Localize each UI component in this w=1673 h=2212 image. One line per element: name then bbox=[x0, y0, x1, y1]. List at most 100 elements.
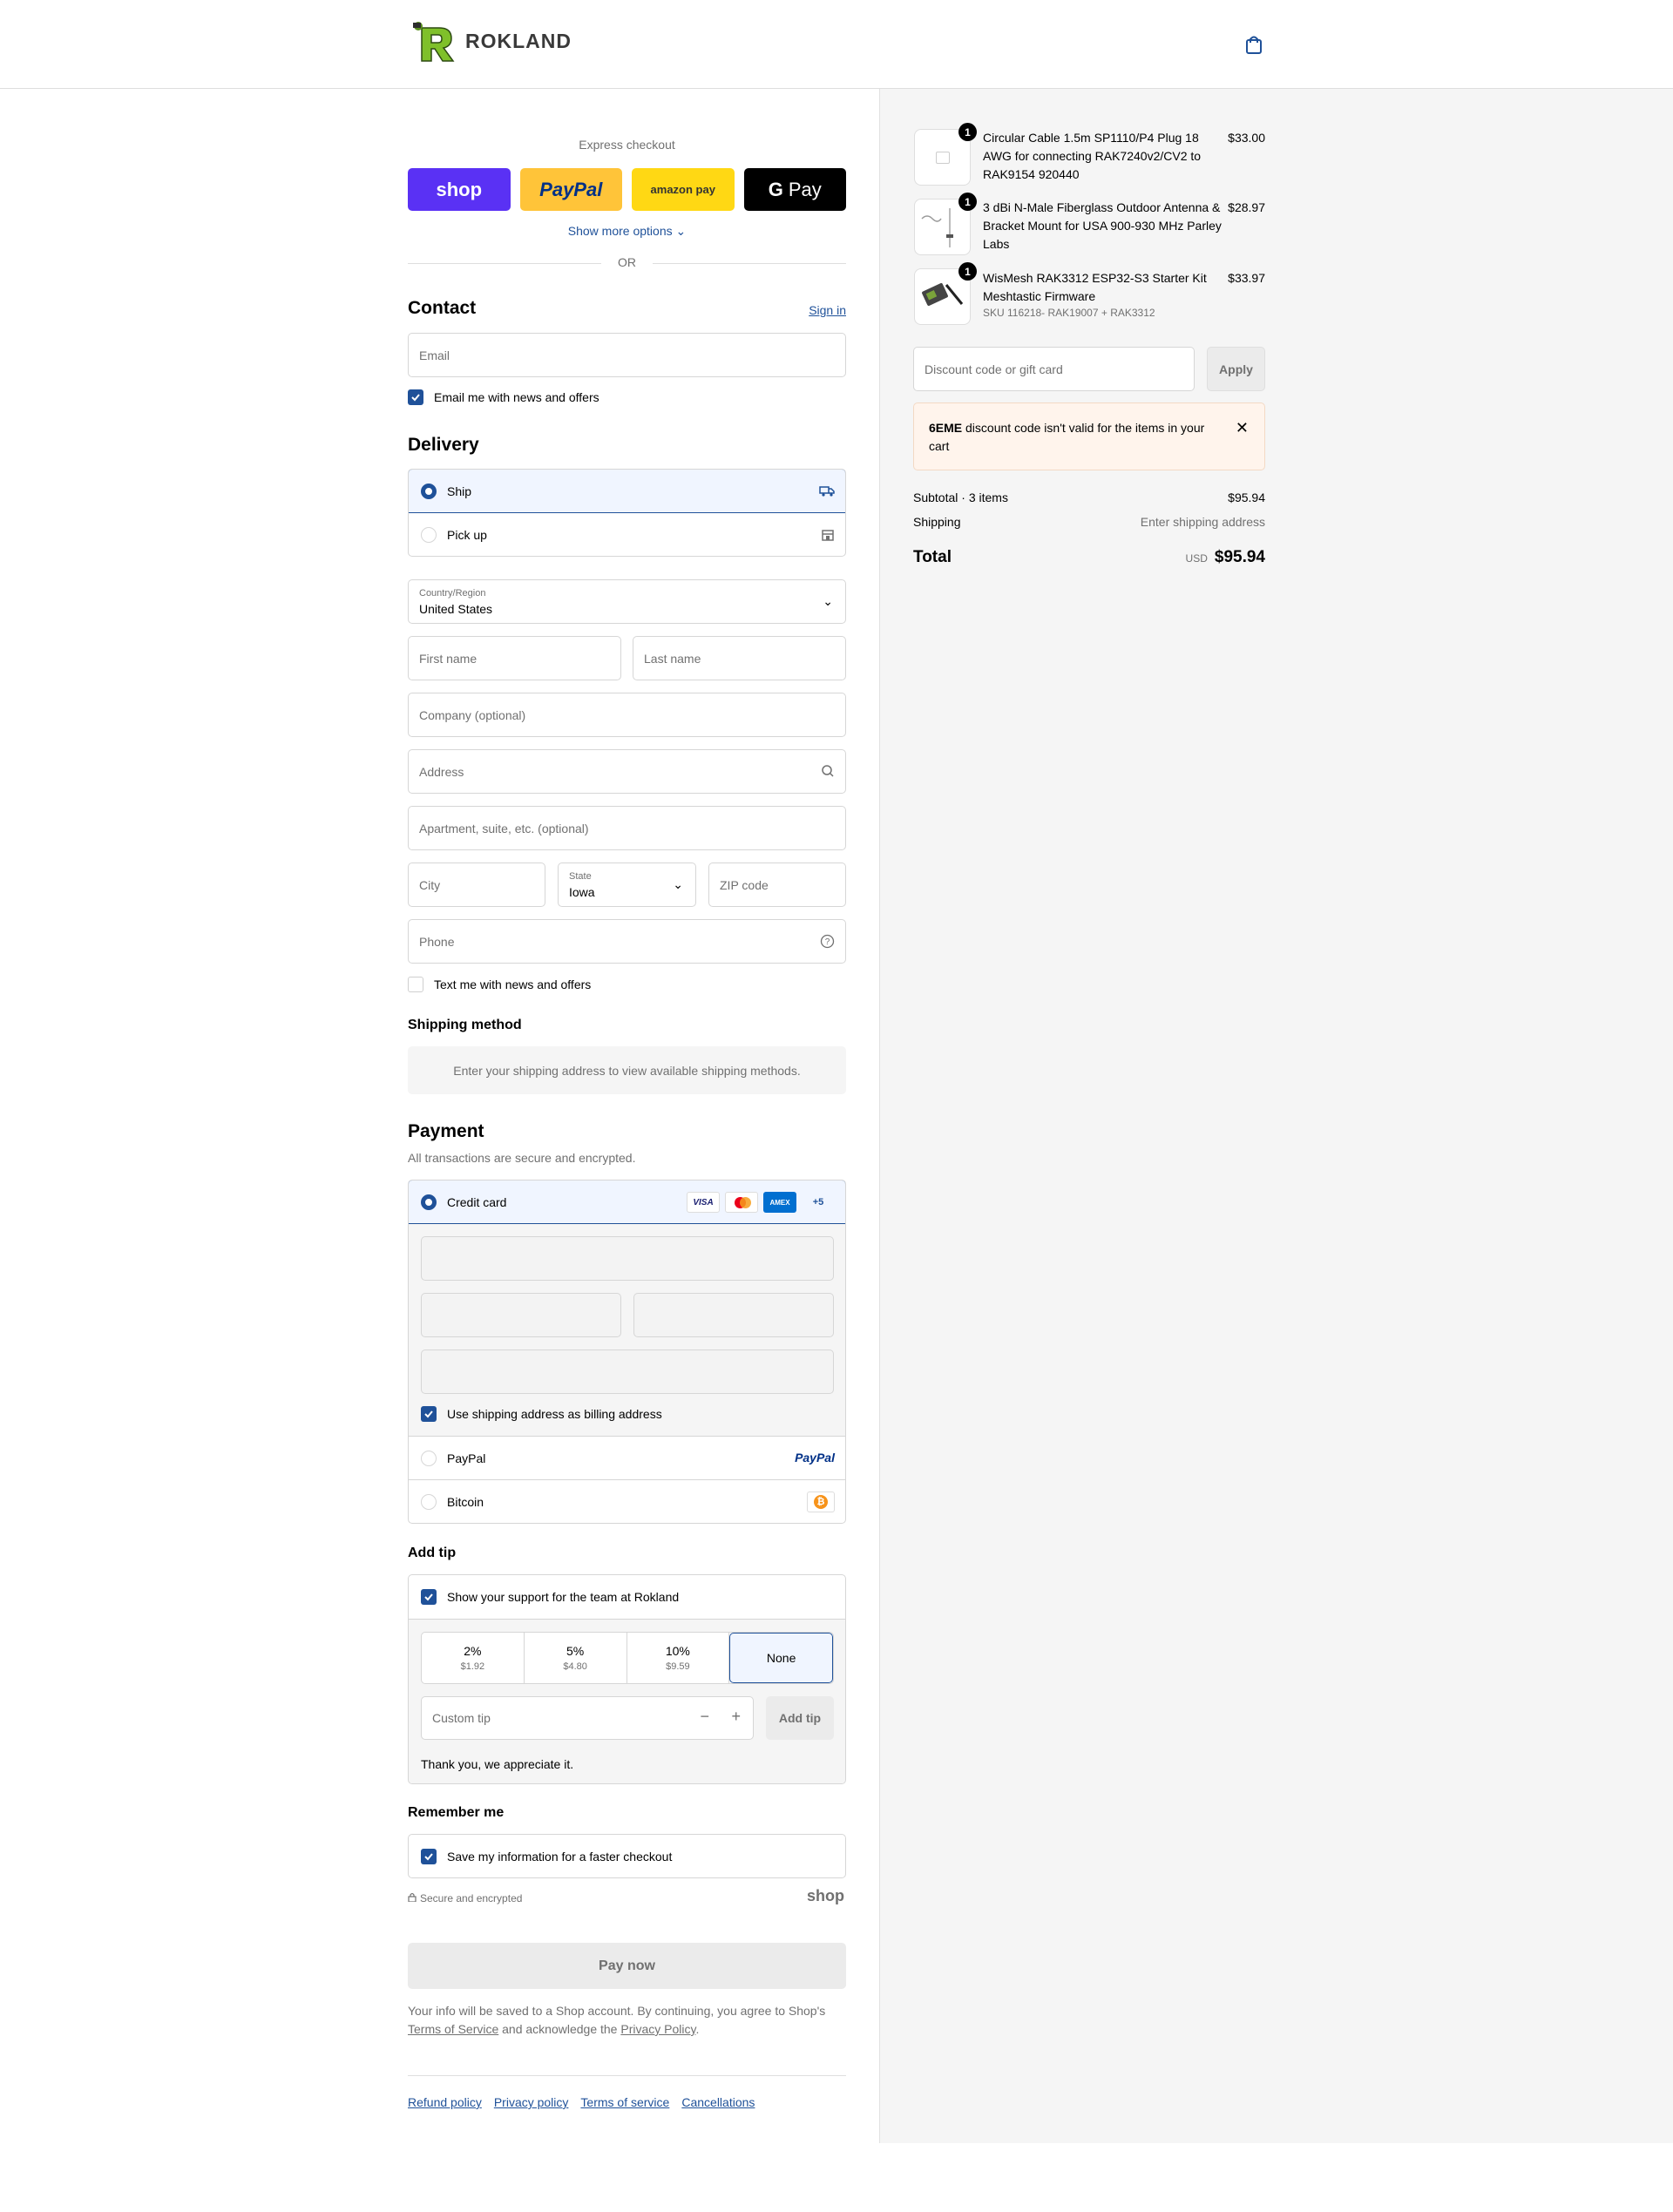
footer-links: Refund policy Privacy policy Terms of se… bbox=[408, 2095, 755, 2109]
paypal-logo-icon: PayPal bbox=[795, 1451, 835, 1465]
remember-panel: Save my information for a faster checkou… bbox=[408, 1834, 846, 1878]
text-news-checkbox[interactable]: Text me with news and offers bbox=[408, 977, 591, 992]
subtotal-value: $95.94 bbox=[1228, 490, 1265, 504]
payment-subtitle: All transactions are secure and encrypte… bbox=[408, 1151, 636, 1165]
country-select[interactable]: Country/Region United States ⌄ bbox=[408, 579, 846, 624]
pickup-option[interactable]: Pick up bbox=[409, 513, 845, 556]
email-field[interactable]: Email bbox=[408, 333, 846, 377]
tip-amount: $9.59 bbox=[666, 1661, 690, 1672]
cancellations-link[interactable]: Cancellations bbox=[681, 2095, 755, 2109]
add-tip-button[interactable]: Add tip bbox=[766, 1696, 834, 1740]
svg-text:?: ? bbox=[825, 937, 830, 947]
amazon-pay-button[interactable]: amazon pay bbox=[632, 168, 735, 211]
cart-icon[interactable] bbox=[1243, 33, 1265, 56]
phone-field[interactable]: Phone ? bbox=[408, 919, 846, 964]
footer-divider bbox=[408, 2075, 846, 2076]
discount-error-code: 6EME bbox=[929, 421, 963, 435]
company-field[interactable]: Company (optional) bbox=[408, 693, 846, 737]
state-select[interactable]: State Iowa ⌄ bbox=[558, 862, 696, 907]
paypal-option[interactable]: PayPal PayPal bbox=[409, 1437, 845, 1480]
tip-support-checkbox[interactable]: Show your support for the team at Roklan… bbox=[421, 1589, 679, 1605]
bitcoin-option[interactable]: Bitcoin ₿ bbox=[409, 1480, 845, 1523]
pay-now-button[interactable]: Pay now bbox=[408, 1943, 846, 1989]
email-placeholder: Email bbox=[419, 348, 450, 362]
zip-field[interactable]: ZIP code bbox=[708, 862, 846, 907]
total-label: Total bbox=[913, 548, 952, 566]
shipping-label: Shipping bbox=[913, 515, 961, 529]
mastercard-icon bbox=[725, 1192, 758, 1213]
bitcoin-label: Bitcoin bbox=[447, 1495, 484, 1509]
terms-of-service-link[interactable]: Terms of service bbox=[580, 2095, 669, 2109]
card-cvv-field[interactable] bbox=[633, 1293, 834, 1337]
first-name-field[interactable]: First name bbox=[408, 636, 621, 680]
tip-option-10[interactable]: 10% $9.59 bbox=[627, 1633, 730, 1683]
company-placeholder: Company (optional) bbox=[419, 707, 526, 722]
refund-policy-link[interactable]: Refund policy bbox=[408, 2095, 482, 2109]
bitcoin-icon: ₿ bbox=[807, 1492, 835, 1512]
ship-option[interactable]: Ship bbox=[409, 470, 845, 513]
quantity-badge: 1 bbox=[958, 193, 977, 211]
pickup-label: Pick up bbox=[447, 528, 487, 542]
shop-terms-link[interactable]: Terms of Service bbox=[408, 2022, 498, 2036]
tip-panel: Show your support for the team at Roklan… bbox=[408, 1574, 846, 1784]
help-icon[interactable]: ? bbox=[820, 934, 835, 951]
address-field[interactable]: Address bbox=[408, 749, 846, 794]
card-name-field[interactable] bbox=[421, 1350, 834, 1394]
city-field[interactable]: City bbox=[408, 862, 545, 907]
google-pay-button[interactable]: G Pay bbox=[743, 168, 846, 211]
apartment-placeholder: Apartment, suite, etc. (optional) bbox=[419, 821, 589, 835]
pickup-radio[interactable] bbox=[421, 527, 437, 543]
save-info-checkbox[interactable]: Save my information for a faster checkou… bbox=[421, 1849, 672, 1864]
checkbox-checked-icon[interactable] bbox=[421, 1406, 437, 1422]
tip-support-label: Show your support for the team at Roklan… bbox=[447, 1590, 680, 1604]
last-name-field[interactable]: Last name bbox=[633, 636, 846, 680]
minus-icon[interactable]: − bbox=[700, 1708, 709, 1726]
secure-label: Secure and encrypted bbox=[420, 1892, 523, 1904]
credit-card-radio[interactable] bbox=[421, 1194, 437, 1210]
google-pay-label: Pay bbox=[788, 178, 822, 200]
sign-in-link[interactable]: Sign in bbox=[809, 303, 846, 317]
tip-option-5[interactable]: 5% $4.80 bbox=[525, 1633, 627, 1683]
tip-body: 2% $1.92 5% $4.80 10% $9.59 None Custom tip… bbox=[409, 1619, 845, 1783]
checkbox-checked-icon[interactable] bbox=[421, 1589, 437, 1605]
checkbox-unchecked-icon[interactable] bbox=[408, 977, 423, 992]
plus-icon[interactable]: + bbox=[731, 1708, 741, 1726]
paypal-radio[interactable] bbox=[421, 1451, 437, 1466]
tip-option-none[interactable]: None bbox=[729, 1633, 833, 1683]
privacy-policy-link[interactable]: Privacy policy bbox=[494, 2095, 569, 2109]
checkout-main: Express checkout shop PayPal amazon pay … bbox=[0, 89, 879, 2143]
shop-privacy-link[interactable]: Privacy Policy bbox=[620, 2022, 695, 2036]
brand-logo[interactable]: ROKLAND bbox=[410, 19, 572, 63]
shop-pay-button[interactable]: shop bbox=[408, 168, 511, 211]
apply-discount-button[interactable]: Apply bbox=[1207, 347, 1265, 391]
show-more-options-link[interactable]: Show more options ⌄ bbox=[408, 224, 846, 239]
checkbox-checked-icon[interactable] bbox=[408, 389, 423, 405]
billing-same-checkbox[interactable]: Use shipping address as billing address bbox=[421, 1406, 662, 1422]
rokland-logo-icon bbox=[410, 19, 460, 63]
email-news-checkbox[interactable]: Email me with news and offers bbox=[408, 389, 599, 405]
paypal-button[interactable]: PayPal bbox=[519, 168, 622, 211]
bitcoin-radio[interactable] bbox=[421, 1494, 437, 1510]
last-name-placeholder: Last name bbox=[644, 651, 701, 666]
custom-tip-field[interactable]: Custom tip − + bbox=[421, 1696, 754, 1740]
tip-option-2[interactable]: 2% $1.92 bbox=[422, 1633, 525, 1683]
tip-pct: 2% bbox=[464, 1644, 482, 1658]
discount-error-text: 6EME discount code isn't valid for the i… bbox=[929, 419, 1225, 456]
discount-code-field[interactable]: Discount code or gift card bbox=[913, 347, 1195, 391]
line-item-price: $33.97 bbox=[1228, 271, 1265, 285]
google-g-icon: G bbox=[768, 178, 783, 200]
truck-icon bbox=[819, 483, 835, 503]
tip-options: 2% $1.92 5% $4.80 10% $9.59 None bbox=[421, 1632, 834, 1684]
remember-heading: Remember me bbox=[408, 1805, 505, 1820]
card-expiry-field[interactable] bbox=[421, 1293, 621, 1337]
checkbox-checked-icon[interactable] bbox=[421, 1849, 437, 1864]
apartment-field[interactable]: Apartment, suite, etc. (optional) bbox=[408, 806, 846, 850]
tip-amount: $4.80 bbox=[563, 1661, 587, 1672]
email-news-label: Email me with news and offers bbox=[434, 390, 599, 404]
close-icon[interactable]: ✕ bbox=[1236, 419, 1249, 437]
credit-card-option[interactable]: Credit card VISA AMEX +5 bbox=[409, 1180, 845, 1224]
country-label: Country/Region bbox=[419, 588, 486, 599]
or-divider: OR bbox=[408, 255, 846, 271]
ship-radio[interactable] bbox=[421, 484, 437, 499]
card-number-field[interactable] bbox=[421, 1236, 834, 1281]
